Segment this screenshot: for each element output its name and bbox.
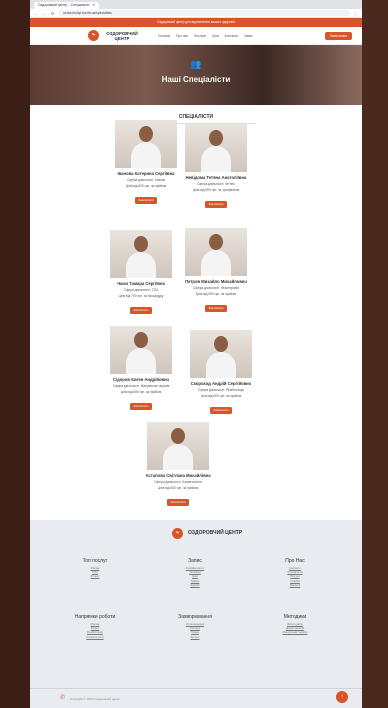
copyright: Copyright © 2023 Оздоровчий центр bbox=[70, 697, 120, 701]
nav-item[interactable]: Запис bbox=[244, 34, 253, 38]
specialist-name: Скороход Андрій Сергійович bbox=[190, 381, 252, 386]
book-button[interactable]: Записатися bbox=[204, 200, 228, 208]
specialist-photo bbox=[110, 230, 172, 278]
specialist-card: Петров Михайло Михайлович Сфера діяльност… bbox=[180, 228, 252, 314]
specialist-price: Ціна від 600 грн. за прийом bbox=[200, 394, 242, 398]
specialist-specialty: Сфера діяльності: Мануальна терапія bbox=[112, 384, 170, 388]
footer-column: Про Нас Контакти Спеціалісти Відгуки Новини В… bbox=[250, 558, 340, 587]
specialist-photo bbox=[110, 326, 172, 374]
specialist-specialty: Сфера діяльності: Косметологія bbox=[154, 480, 202, 484]
specialist-photo bbox=[185, 124, 247, 172]
specialist-name: Іванова Катерина Сергіївна bbox=[117, 171, 175, 176]
footer-column-title: Методики bbox=[283, 614, 307, 620]
brand-name[interactable]: ОЗДОРОВЧИЙ ЦЕНТР bbox=[102, 31, 142, 41]
leaf-logo-icon[interactable]: ❧ bbox=[172, 528, 183, 539]
footer-link[interactable]: Вакансії bbox=[250, 583, 340, 587]
specialist-card: Іванова Катерина Сергіївна Сфера діяльнос… bbox=[110, 120, 182, 206]
specialist-name: Чжан Тамара Сергіївна bbox=[117, 281, 165, 286]
specialist-specialty: Сфера діяльності: Фізіотерапія bbox=[193, 286, 239, 290]
specialist-specialty: Сфера діяльності: Масаж bbox=[127, 178, 165, 182]
specialist-photo bbox=[190, 330, 252, 378]
specialist-card: Астапова Світлана Михайлівна Сфера діяльн… bbox=[142, 422, 214, 508]
footer-column: Топ послуг Масаж СПА Фітнес bbox=[50, 558, 140, 579]
specialist-specialty: Сфера діяльності: Фітнес bbox=[197, 182, 235, 186]
phone-icon[interactable]: ✆ bbox=[60, 694, 65, 701]
book-button[interactable]: Записатися bbox=[204, 304, 228, 312]
specialist-photo bbox=[147, 422, 209, 470]
footer-column-title: Топ послуг bbox=[82, 558, 108, 564]
nav-item[interactable]: Про нас bbox=[176, 34, 188, 38]
footer-column: Методики Фізіотерапія Кінезіотерапія Мануал… bbox=[250, 614, 340, 635]
promo-bar: Оздоровчий центр для відновлення вашого … bbox=[30, 18, 362, 27]
section-title: СПЕЦІАЛІСТИ bbox=[178, 114, 214, 120]
specialist-price: Ціна від 600 грн. за прийом bbox=[125, 184, 167, 188]
specialist-price: Ціна від 500 грн. за прийом bbox=[157, 486, 199, 490]
specialist-photo bbox=[115, 120, 177, 168]
footer-link[interactable]: Знижки bbox=[150, 583, 240, 587]
specialist-price: Ціна від 500 грн. за тренування bbox=[192, 188, 240, 192]
tab-strip: Оздоровчий центр – Спеціалісти ✕ bbox=[30, 0, 362, 9]
site-footer: ❧ ОЗДОРОВЧИЙ ЦЕНТР Топ послуг Масаж СПА Фіт… bbox=[30, 520, 362, 708]
specialist-card: Невідома Тетяна Анатоліївна Сфера діяльно… bbox=[180, 124, 252, 210]
address-bar[interactable]: ozdorovchyi-tsentr.ua/specialists bbox=[58, 10, 350, 16]
page-title: Наші Спеціалісти bbox=[161, 75, 231, 84]
footer-column: Захворювання Остеохондроз Сколіоз Грижа Артр… bbox=[150, 614, 240, 639]
specialist-price: Ціна від 650 грн. за прийом bbox=[120, 390, 162, 394]
footer-brand: ОЗДОРОВЧИЙ ЦЕНТР bbox=[188, 530, 243, 536]
specialist-card: Чжан Тамара Сергіївна Сфера діяльності: С… bbox=[105, 230, 177, 316]
tab-title: Оздоровчий центр – Спеціалісти bbox=[38, 3, 90, 7]
book-button[interactable]: Записатися bbox=[134, 196, 158, 204]
footer-bottom-bar: ✆ Copyright © 2023 Оздоровчий центр ↑ bbox=[30, 688, 362, 708]
footer-column-title: Напрямки роботи bbox=[74, 614, 116, 620]
address-row: ← → ⟳ ozdorovchyi-tsentr.ua/specialists … bbox=[30, 9, 362, 18]
specialist-price: Ціна від 700 грн. за процедуру bbox=[118, 294, 164, 298]
specialist-name: Астапова Світлана Михайлівна bbox=[145, 473, 211, 478]
menu-icon[interactable]: ⋮ bbox=[353, 11, 358, 16]
book-button[interactable]: Записатися bbox=[324, 31, 352, 40]
leaf-logo-icon[interactable]: ❧ bbox=[88, 30, 99, 41]
scroll-top-button[interactable]: ↑ bbox=[336, 691, 348, 703]
specialist-photo bbox=[185, 228, 247, 276]
nav-item[interactable]: Контакти bbox=[225, 34, 238, 38]
specialist-name: Сідоров Євген Андрійович bbox=[112, 377, 170, 382]
footer-column: Напрямки роботи Масаж Фітнес Реабілітація Ко… bbox=[50, 614, 140, 639]
footer-column-title: Про Нас bbox=[285, 558, 305, 564]
footer-link[interactable]: Мануальна терапія bbox=[250, 630, 340, 634]
right-backdrop bbox=[362, 0, 388, 708]
book-button[interactable]: Записатися bbox=[129, 402, 153, 410]
book-button[interactable]: Записатися bbox=[166, 498, 190, 506]
book-button[interactable]: Записатися bbox=[129, 306, 153, 314]
specialist-card: Скороход Андрій Сергійович Сфера діяльнос… bbox=[185, 330, 257, 416]
users-icon: 👥 bbox=[190, 59, 202, 69]
left-backdrop bbox=[0, 0, 30, 708]
nav-item[interactable]: Послуги bbox=[194, 34, 206, 38]
footer-link[interactable]: Косметологія bbox=[50, 635, 140, 639]
site-header: ❧ ОЗДОРОВЧИЙ ЦЕНТР Головна Про нас Послу… bbox=[30, 27, 362, 45]
specialist-name: Невідома Тетяна Анатоліївна bbox=[185, 175, 247, 180]
specialist-card: Сідоров Євген Андрійович Сфера діяльності… bbox=[105, 326, 177, 412]
hero-banner: 👥 Наші Спеціалісти bbox=[30, 45, 362, 105]
book-button[interactable]: Записатися bbox=[209, 406, 233, 414]
forward-icon[interactable]: → bbox=[42, 11, 47, 16]
browser-tab[interactable]: Оздоровчий центр – Спеціалісти ✕ bbox=[34, 2, 100, 9]
specialist-specialty: Сфера діяльності: Реабілітація bbox=[197, 388, 245, 392]
nav-item[interactable]: Ціни bbox=[212, 34, 219, 38]
footer-link[interactable]: Артрит bbox=[150, 635, 240, 639]
footer-column-title: Захворювання bbox=[178, 614, 212, 620]
nav-item[interactable]: Головна bbox=[158, 34, 170, 38]
footer-column-title: Запис bbox=[188, 558, 202, 564]
specialist-specialty: Сфера діяльності: СПА bbox=[123, 288, 159, 292]
specialist-price: Ціна від 550 грн. за прийом bbox=[195, 292, 237, 296]
reload-icon[interactable]: ⟳ bbox=[50, 11, 55, 16]
footer-link[interactable]: Фітнес bbox=[50, 574, 140, 578]
browser-window: Оздоровчий центр – Спеціалісти ✕ ← → ⟳ o… bbox=[30, 0, 362, 708]
close-icon[interactable]: ✕ bbox=[92, 2, 95, 9]
specialist-name: Петров Михайло Михайлович bbox=[185, 279, 247, 284]
main-nav: Головна Про нас Послуги Ціни Контакти За… bbox=[158, 34, 253, 38]
footer-column: Запис Онлайн-запис Телефон Ціни Графік Знижки bbox=[150, 558, 240, 587]
back-icon[interactable]: ← bbox=[34, 11, 39, 16]
